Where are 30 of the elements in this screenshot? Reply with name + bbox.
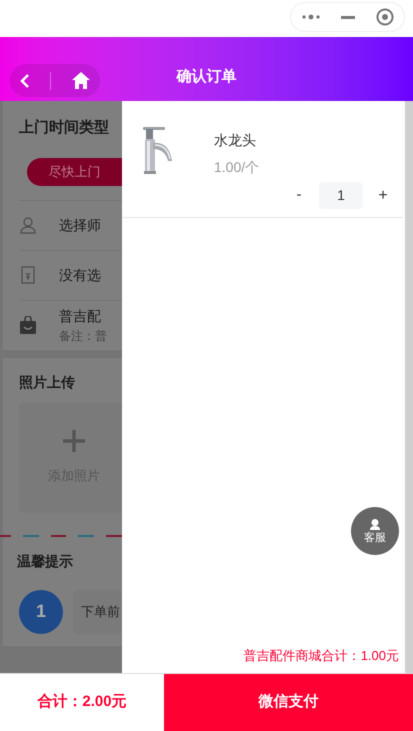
row-text[interactable]: 没有选 [59, 264, 101, 286]
plus-button[interactable]: + [373, 184, 393, 208]
row-note: 备注：普 [59, 328, 107, 344]
row-text[interactable]: 普吉配 [59, 306, 107, 326]
section-title: 温馨提示 [16, 552, 74, 570]
home-icon[interactable] [72, 72, 90, 89]
row-text[interactable]: 选择师 [59, 214, 101, 236]
plus-icon [63, 430, 85, 452]
section-title: 照片上传 [18, 372, 76, 392]
minimize-icon[interactable] [340, 16, 354, 18]
tip-text: 下单前 [73, 590, 121, 634]
back-icon[interactable] [20, 72, 30, 88]
minus-button[interactable]: - [289, 184, 309, 207]
store-subtotal: 普吉配件商城合计：1.00元 [242, 646, 400, 664]
page-title: 确认订单 [175, 66, 238, 86]
product-price: 1.00/个 [214, 158, 260, 177]
close-icon[interactable] [376, 8, 394, 26]
time-option[interactable]: 尽快上门 [27, 158, 122, 186]
agent-icon [369, 518, 381, 530]
customer-service-button[interactable]: 客服 [351, 507, 399, 555]
more-icon[interactable] [302, 14, 320, 20]
section-title: 上门时间类型 [18, 118, 110, 138]
quantity-field[interactable]: 1 [319, 182, 363, 209]
product-name: 水龙头 [214, 131, 257, 150]
ticket-icon [21, 266, 35, 284]
bag-icon [20, 316, 36, 334]
person-icon [19, 216, 37, 234]
pay-button[interactable]: 微信支付 [164, 674, 413, 731]
step-number: 1 [19, 590, 63, 634]
total-amount: 合计：2.00元 [36, 692, 128, 712]
